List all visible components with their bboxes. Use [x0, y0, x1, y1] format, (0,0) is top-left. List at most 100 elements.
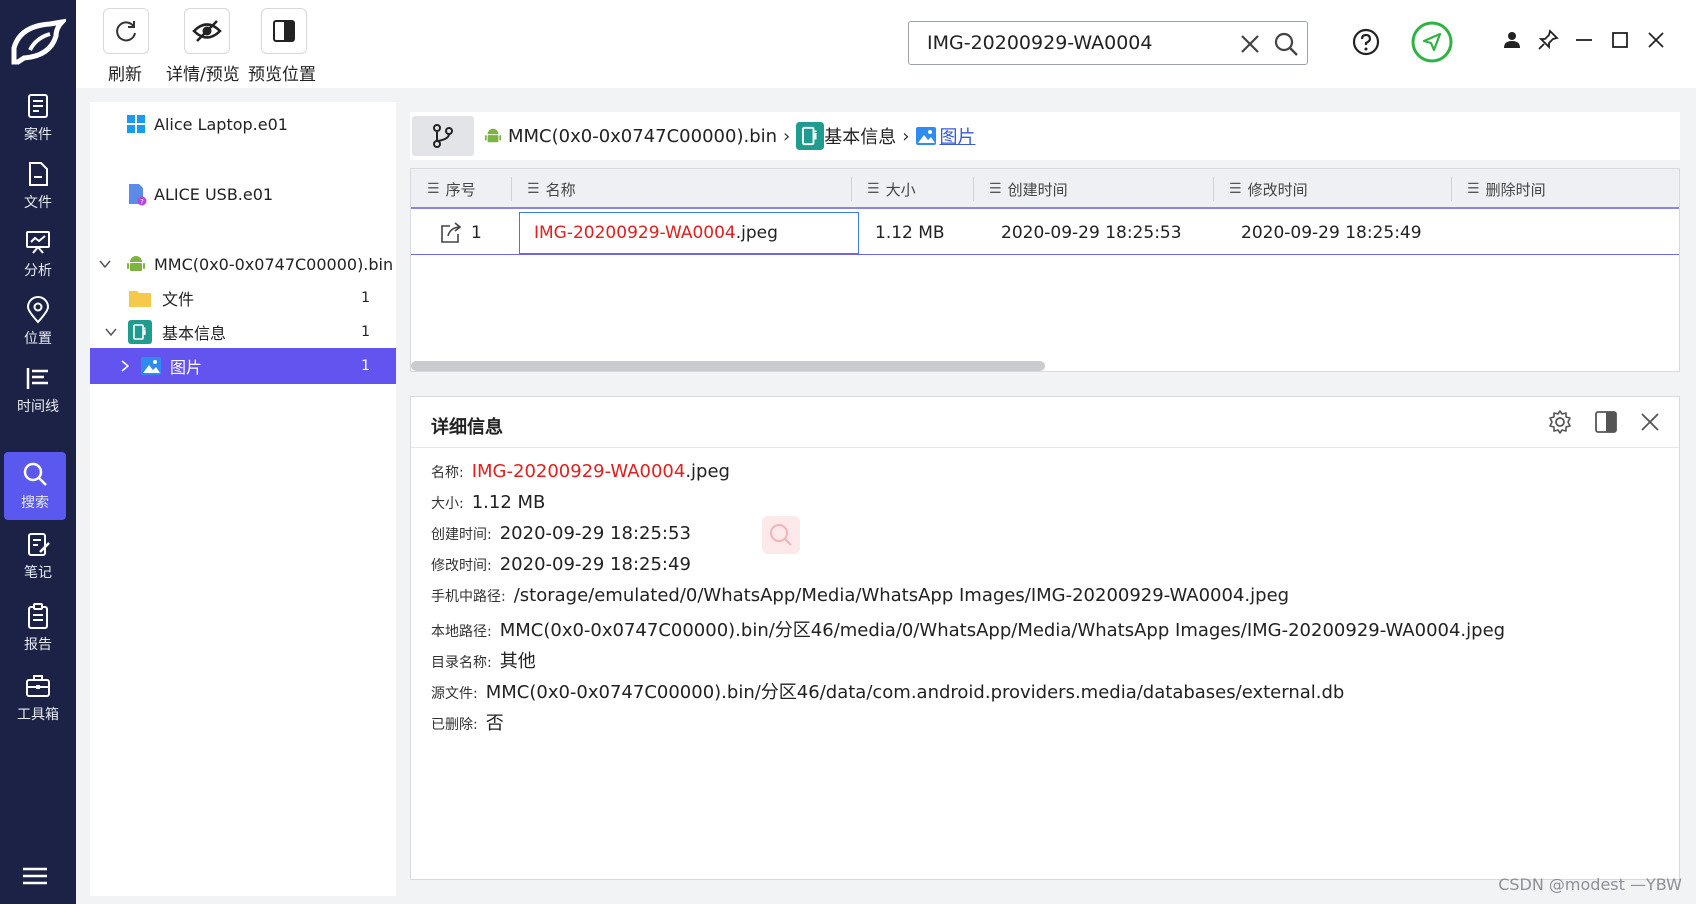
floating-search-icon[interactable]: [762, 516, 800, 554]
breadcrumb-device[interactable]: MMC(0x0-0x0747C00000).bin: [508, 126, 777, 147]
help-icon[interactable]: [1352, 28, 1380, 56]
tree-item-count: 1: [361, 290, 370, 306]
column-header-deleted[interactable]: ☰ 删除时间: [1467, 169, 1546, 209]
nav-item-analysis[interactable]: 分析: [0, 220, 76, 288]
column-divider[interactable]: [511, 177, 512, 201]
results-table: ☰ 序号 ☰ 名称 ☰ 大小 ☰ 创建时间 ☰ 修改时间 ☰ 删除时间 1 IMG-2020…: [410, 168, 1680, 372]
file-icon: [29, 162, 48, 186]
refresh-button[interactable]: [103, 8, 149, 54]
tree-item-label: MMC(0x0-0x0747C00000).bin: [154, 254, 394, 274]
csdn-watermark: CSDN @modest —YBW: [1498, 875, 1682, 894]
tree-item-images[interactable]: 图片 1: [90, 348, 396, 384]
preview-position-button[interactable]: [261, 8, 307, 54]
nav-item-report[interactable]: 报告: [0, 594, 76, 662]
nav-item-label: 位置: [24, 331, 52, 347]
column-menu-icon[interactable]: ☰: [1229, 181, 1242, 197]
row-name-cell[interactable]: IMG-20200929-WA0004 .jpeg: [519, 212, 859, 254]
refresh-label: 刷新: [108, 65, 142, 85]
detail-preview-label: 详情/预览: [166, 65, 240, 85]
pin-icon[interactable]: [1536, 28, 1560, 52]
breadcrumb-section[interactable]: 基本信息: [824, 123, 896, 149]
search-input[interactable]: [927, 30, 1227, 56]
close-icon[interactable]: [1644, 28, 1668, 52]
clear-icon[interactable]: [1239, 33, 1261, 55]
column-menu-icon[interactable]: ☰: [989, 181, 1002, 197]
user-icon[interactable]: [1500, 28, 1524, 52]
nav-item-label: 搜索: [21, 495, 49, 511]
column-menu-icon[interactable]: ☰: [427, 181, 440, 197]
nav-item-toolbox[interactable]: 工具箱: [0, 664, 76, 732]
column-divider[interactable]: [1451, 177, 1452, 201]
refresh-icon: [116, 21, 136, 42]
evidence-tree: Alice Laptop.e01 ? ALICE USB.e01 MMC(0x0…: [90, 102, 396, 896]
detail-preview-button[interactable]: [184, 8, 230, 54]
column-header-index[interactable]: ☰ 序号: [427, 169, 476, 209]
chevron-down-icon[interactable]: [98, 257, 112, 271]
app-logo-icon: [11, 18, 66, 65]
detail-panel: 详细信息 名称: IMG-20200929-WA0004.jpeg 大小: 1.…: [410, 396, 1680, 880]
top-toolbar: 刷新 详情/预览 预览位置: [76, 0, 1696, 88]
nav-item-file[interactable]: 文件: [0, 152, 76, 220]
basic-info-icon: i: [796, 122, 825, 150]
detail-field-directory: 目录名称: 其他: [431, 651, 536, 672]
svg-text:i: i: [143, 327, 146, 338]
breadcrumb-current[interactable]: 图片: [939, 123, 975, 149]
tree-item-label: ALICE USB.e01: [154, 184, 274, 204]
column-divider[interactable]: [973, 177, 974, 201]
breadcrumb: MMC(0x0-0x0747C00000).bin › i 基本信息 › 图片: [410, 112, 1680, 160]
column-divider[interactable]: [851, 177, 852, 201]
global-search-box[interactable]: [908, 21, 1308, 65]
row-name-extension: .jpeg: [735, 223, 778, 243]
panel-right-icon[interactable]: [1593, 409, 1619, 435]
table-row[interactable]: 1 IMG-20200929-WA0004 .jpeg 1.12 MB 2020-…: [411, 211, 1679, 255]
nav-item-label: 时间线: [17, 399, 59, 415]
search-icon[interactable]: [1273, 31, 1299, 57]
open-external-icon[interactable]: [439, 222, 463, 244]
chevron-right-icon[interactable]: [118, 359, 132, 373]
report-icon: [28, 603, 48, 629]
row-name-highlight: IMG-20200929-WA0004: [534, 223, 736, 243]
column-header-name[interactable]: ☰ 名称: [527, 169, 576, 209]
nav-item-timeline[interactable]: 时间线: [0, 356, 76, 424]
nav-item-notes[interactable]: 笔记: [0, 522, 76, 590]
send-status-icon[interactable]: [1410, 20, 1454, 64]
search-icon: [23, 462, 47, 486]
nav-item-search[interactable]: 搜索: [4, 452, 66, 520]
nav-item-location[interactable]: 位置: [0, 288, 76, 356]
nav-item-label: 文件: [24, 195, 52, 211]
gear-icon[interactable]: [1547, 409, 1573, 435]
detail-field-modified: 修改时间: 2020-09-29 18:25:49: [431, 554, 691, 575]
folder-icon: [129, 291, 151, 307]
tree-item-alice-usb[interactable]: ? ALICE USB.e01: [90, 176, 396, 212]
column-menu-icon[interactable]: ☰: [527, 181, 540, 197]
close-icon[interactable]: [1637, 409, 1663, 435]
column-header-modified[interactable]: ☰ 修改时间: [1229, 169, 1308, 209]
detail-panel-title: 详细信息: [431, 417, 503, 438]
basic-info-icon: i: [128, 320, 152, 344]
case-icon: [28, 94, 48, 118]
tree-item-files[interactable]: 文件 1: [90, 280, 396, 316]
branch-toggle-button[interactable]: [412, 116, 474, 156]
menu-icon[interactable]: [22, 866, 48, 886]
horizontal-scrollbar[interactable]: [411, 361, 1045, 371]
minimize-icon[interactable]: [1572, 28, 1596, 52]
column-header-size[interactable]: ☰ 大小: [867, 169, 916, 209]
column-menu-icon[interactable]: ☰: [1467, 181, 1480, 197]
column-header-created[interactable]: ☰ 创建时间: [989, 169, 1068, 209]
maximize-icon[interactable]: [1608, 28, 1632, 52]
tree-item-basic-info[interactable]: i 基本信息 1: [90, 314, 396, 350]
tree-item-alice-laptop[interactable]: Alice Laptop.e01: [90, 106, 396, 142]
row-created: 2020-09-29 18:25:53: [1001, 223, 1182, 243]
nav-item-case[interactable]: 案件: [0, 84, 76, 152]
tree-item-mmc[interactable]: MMC(0x0-0x0747C00000).bin: [90, 246, 396, 282]
tree-item-label: Alice Laptop.e01: [154, 114, 288, 134]
notes-icon: [28, 533, 50, 556]
column-menu-icon[interactable]: ☰: [867, 181, 880, 197]
tree-item-count: 1: [361, 324, 370, 340]
detail-field-name: 名称: IMG-20200929-WA0004.jpeg: [431, 461, 730, 482]
chevron-down-icon[interactable]: [104, 325, 118, 339]
detail-field-local-path: 本地路径: MMC(0x0-0x0747C00000).bin/分区46/med…: [431, 620, 1506, 641]
eye-off-icon: [192, 20, 222, 42]
tree-item-label: 文件: [162, 290, 195, 309]
column-divider[interactable]: [1213, 177, 1214, 201]
